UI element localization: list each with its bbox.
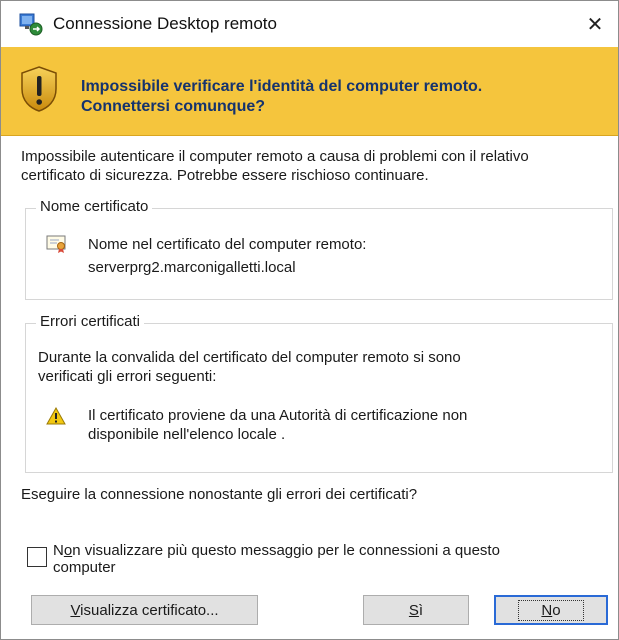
banner-heading: Impossibile verificare l'identità del co… bbox=[81, 77, 581, 117]
checkbox-label-line-1: Non visualizzare più questo messaggio pe… bbox=[53, 542, 573, 559]
errors-intro-line-2: verificati gli errori seguenti: bbox=[38, 368, 217, 385]
no-button[interactable]: No bbox=[494, 595, 608, 625]
warning-message: Impossibile autenticare il computer remo… bbox=[21, 147, 601, 185]
certificate-name-group: Nome certificato Nome nel certificato de… bbox=[25, 198, 613, 300]
yes-button[interactable]: Sì bbox=[363, 595, 469, 625]
errors-intro-line-1: Durante la convalida del certificato del… bbox=[38, 349, 461, 366]
remote-desktop-icon bbox=[19, 12, 43, 36]
warning-shield-icon bbox=[19, 65, 59, 113]
view-certificate-label: Visualizza certificato... bbox=[70, 602, 218, 619]
yes-label: Sì bbox=[409, 602, 423, 619]
checkbox-label-rest: n visualizzare più questo messaggio per … bbox=[72, 542, 500, 559]
dont-show-again-label[interactable]: Non visualizzare più questo messaggio pe… bbox=[53, 542, 573, 576]
window-title: Connessione Desktop remoto bbox=[53, 14, 277, 33]
title-bar: Connessione Desktop remoto ✕ bbox=[1, 1, 618, 47]
message-line-1: Impossibile autenticare il computer remo… bbox=[21, 148, 529, 165]
connect-question: Eseguire la connessione nonostante gli e… bbox=[21, 486, 418, 503]
warning-banner: Impossibile verificare l'identità del co… bbox=[1, 47, 618, 136]
dialog-window: Connessione Desktop remoto ✕ Impossibile… bbox=[0, 0, 619, 640]
checkbox-label-first: N bbox=[53, 542, 64, 559]
view-certificate-button[interactable]: Visualizza certificato... bbox=[31, 595, 258, 625]
yes-rest: ì bbox=[418, 601, 424, 619]
certificate-name-label: Nome nel certificato del computer remoto… bbox=[88, 236, 367, 253]
dont-show-again-checkbox[interactable] bbox=[27, 547, 47, 567]
close-icon: ✕ bbox=[586, 12, 604, 36]
error-item-line-2: disponibile nell'elenco locale . bbox=[88, 426, 286, 443]
certificate-info: Nome nel certificato del computer remoto… bbox=[88, 233, 366, 279]
certificate-name-value: serverprg2.marconigalletti.local bbox=[88, 259, 296, 276]
certificate-name-legend: Nome certificato bbox=[36, 198, 153, 215]
no-mnemonic: N bbox=[541, 601, 553, 619]
errors-intro: Durante la convalida del certificato del… bbox=[38, 348, 598, 386]
message-line-2: certificato di sicurezza. Potrebbe esser… bbox=[21, 167, 429, 184]
certificate-errors-group: Errori certificati Durante la convalida … bbox=[25, 313, 613, 473]
view-certificate-rest: isualizza certificato... bbox=[80, 601, 219, 619]
checkbox-label-mnemonic: o bbox=[63, 542, 73, 559]
certificate-icon bbox=[46, 234, 68, 254]
error-item-line-1: Il certificato proviene da una Autorità … bbox=[88, 407, 468, 424]
dont-show-again-option[interactable]: Non visualizzare più questo messaggio pe… bbox=[27, 542, 607, 582]
no-label: No bbox=[518, 599, 584, 621]
yes-mnemonic: S bbox=[408, 601, 419, 619]
checkbox-label-line-2: computer bbox=[53, 559, 116, 576]
error-item: Il certificato proviene da una Autorità … bbox=[88, 406, 588, 444]
view-certificate-mnemonic: V bbox=[70, 601, 81, 619]
banner-line-1: Impossibile verificare l'identità del co… bbox=[81, 78, 483, 95]
close-button[interactable]: ✕ bbox=[572, 1, 618, 47]
certificate-errors-legend: Errori certificati bbox=[36, 313, 145, 330]
banner-line-2: Connettersi comunque? bbox=[81, 98, 266, 115]
no-rest: o bbox=[552, 601, 561, 619]
warning-triangle-icon bbox=[46, 406, 66, 425]
